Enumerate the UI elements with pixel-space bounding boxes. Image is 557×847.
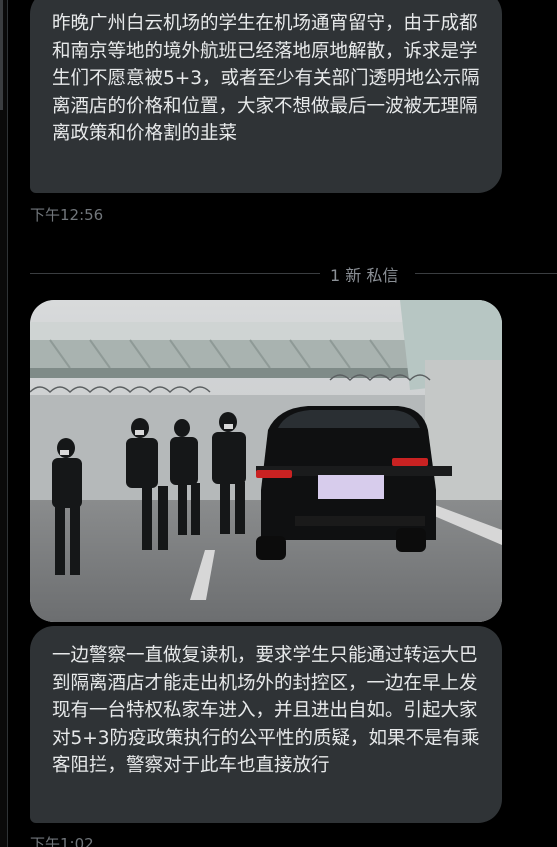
photo-image bbox=[30, 300, 502, 622]
message-text: 昨晚广州白云机场的学生在机场通宵留守，由于成都和南京等地的境外航班已经落地原地解… bbox=[52, 13, 480, 144]
new-messages-divider: 1 新 私信 bbox=[30, 262, 557, 285]
divider-line-right bbox=[415, 273, 557, 274]
scrollbar-thumb[interactable] bbox=[0, 0, 3, 110]
message-timestamp: 下午1:02 bbox=[30, 835, 94, 847]
message-photo[interactable] bbox=[30, 300, 502, 622]
message-timestamp: 下午12:56 bbox=[30, 206, 104, 224]
left-scroll-rail[interactable] bbox=[0, 0, 8, 847]
new-messages-label: 1 新 私信 bbox=[330, 266, 399, 285]
message-text: 一边警察一直做复读机，要求学生只能通过转运大巴到隔离酒店才能走出机场外的封控区，… bbox=[52, 645, 480, 776]
divider-line-left bbox=[30, 273, 320, 274]
dm-conversation: 昨晚广州白云机场的学生在机场通宵留守，由于成都和南京等地的境外航班已经落地原地解… bbox=[0, 0, 557, 847]
message-bubble[interactable]: 昨晚广州白云机场的学生在机场通宵留守，由于成都和南京等地的境外航班已经落地原地解… bbox=[30, 0, 502, 193]
message-bubble[interactable]: 一边警察一直做复读机，要求学生只能通过转运大巴到隔离酒店才能走出机场外的封控区，… bbox=[30, 626, 502, 823]
